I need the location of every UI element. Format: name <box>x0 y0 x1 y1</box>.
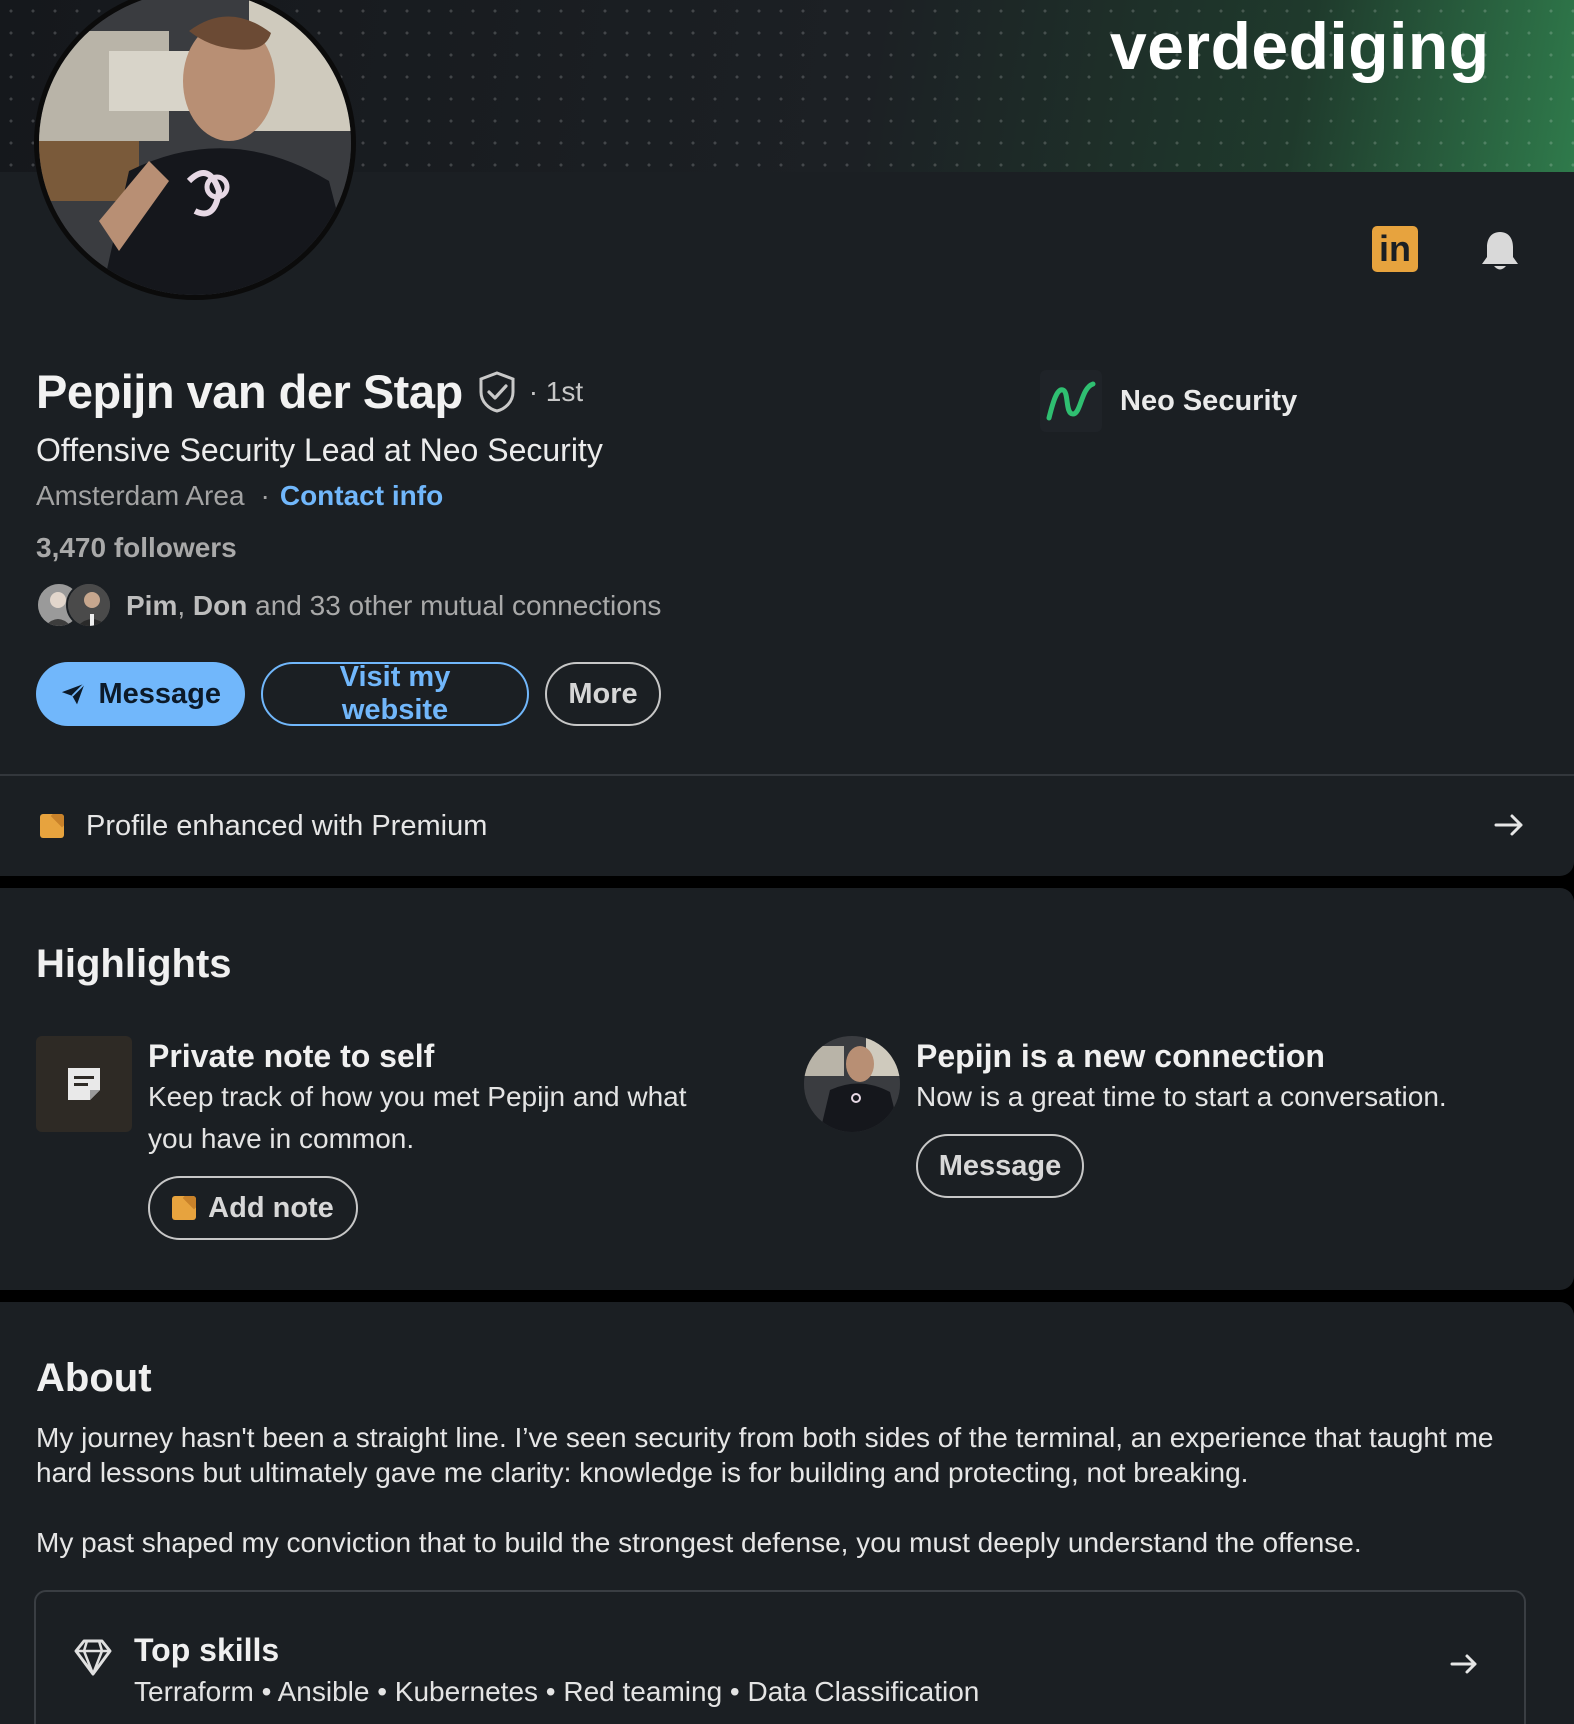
contact-info-link[interactable]: Contact info <box>280 480 443 512</box>
profile-card: verdediging in Pepijn van der Stap · 1st… <box>0 0 1574 876</box>
note-text-line: Keep track of how you met Pepijn and wha… <box>148 1081 687 1112</box>
arrow-right-icon[interactable] <box>1448 1648 1480 1680</box>
message-button[interactable]: Message <box>36 662 245 726</box>
top-skills-title: Top skills <box>134 1632 280 1668</box>
profile-headline: Offensive Security Lead at Neo Security <box>36 432 603 468</box>
avatar[interactable] <box>804 1036 900 1132</box>
highlights-title: Highlights <box>36 942 232 986</box>
followers-count[interactable]: 3,470 followers <box>36 532 237 564</box>
mutual-connections[interactable]: Pim, Don and 33 other mutual connections <box>36 582 661 630</box>
about-card: About My journey hasn't been a straight … <box>0 1302 1574 1724</box>
add-note-button[interactable]: Add note <box>148 1176 358 1240</box>
top-skills-list: Terraform • Ansible • Kubernetes • Red t… <box>134 1676 980 1707</box>
visit-website-button[interactable]: Visit my website <box>261 661 529 726</box>
profile-location: Amsterdam Area <box>36 480 245 511</box>
banner-word: verdediging <box>1110 9 1490 83</box>
profile-page: verdediging in Pepijn van der Stap · 1st… <box>0 0 1574 1724</box>
about-text: My journey hasn't been a straight line. … <box>36 1420 1536 1560</box>
bell-icon[interactable] <box>1474 226 1526 276</box>
current-company[interactable]: Neo Security <box>1040 370 1297 432</box>
about-paragraph: My journey hasn't been a straight line. … <box>36 1422 1494 1488</box>
premium-icon <box>172 1196 197 1220</box>
note-title: Private note to self <box>148 1038 435 1074</box>
note-text-line: you have in common. <box>148 1123 415 1154</box>
highlight-message-button[interactable]: Message <box>916 1134 1084 1198</box>
name-row: Pepijn van der Stap · 1st <box>36 364 583 419</box>
highlights-card: Highlights Private note to self Keep tra… <box>0 888 1574 1290</box>
verified-shield-icon[interactable] <box>477 370 517 414</box>
top-skills[interactable]: Top skills Terraform • Ansible • Kuberne… <box>34 1590 1526 1724</box>
diamond-icon <box>74 1639 112 1676</box>
about-title: About <box>36 1356 152 1400</box>
message-button-label: Message <box>98 677 221 710</box>
mutual-name: Don <box>192 590 248 621</box>
mutual-rest: and 33 other mutual connections <box>247 590 662 621</box>
mutual-separator: , <box>177 590 193 621</box>
location-separator: · <box>260 480 270 511</box>
connection-title: Pepijn is a new connection <box>916 1038 1325 1074</box>
note-icon <box>36 1036 132 1132</box>
location-row: Amsterdam Area · Contact info <box>36 480 443 512</box>
connection-text: Now is a great time to start a conversat… <box>916 1081 1447 1112</box>
linkedin-badge-text: in <box>1379 228 1411 269</box>
add-note-label: Add note <box>208 1191 334 1224</box>
more-button[interactable]: More <box>545 662 661 726</box>
profile-actions: Message Visit my website More <box>36 661 661 726</box>
send-icon <box>61 682 86 705</box>
company-logo-icon <box>1040 370 1102 432</box>
company-name: Neo Security <box>1120 384 1298 417</box>
about-paragraph: My past shaped my conviction that to bui… <box>36 1527 1362 1558</box>
connection-degree: · 1st <box>528 375 584 407</box>
premium-banner[interactable]: Profile enhanced with Premium <box>0 776 1574 876</box>
arrow-right-icon[interactable] <box>1492 808 1526 842</box>
avatar <box>66 582 112 628</box>
profile-name: Pepijn van der Stap <box>36 365 463 418</box>
mutual-avatars <box>36 582 120 630</box>
mutual-connections-text: Pim, Don and 33 other mutual connections <box>126 590 661 622</box>
mutual-name: Pim <box>126 590 178 621</box>
profile-photo[interactable] <box>34 0 356 300</box>
premium-label: Profile enhanced with Premium <box>86 809 488 842</box>
note-text: Keep track of how you met Pepijn and wha… <box>148 1076 687 1160</box>
linkedin-icon[interactable]: in <box>1372 226 1418 272</box>
premium-icon <box>40 814 64 838</box>
